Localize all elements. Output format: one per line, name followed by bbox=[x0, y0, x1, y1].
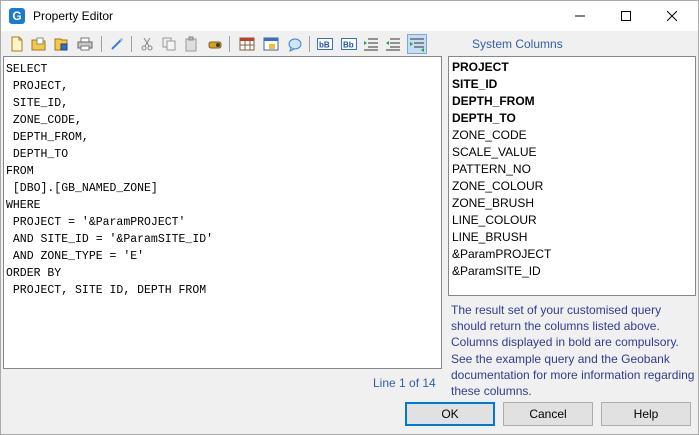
table-icon bbox=[263, 37, 279, 51]
chat-icon bbox=[288, 38, 302, 52]
column-list-item[interactable]: &ParamSITE_ID bbox=[449, 263, 695, 280]
code-line: SELECT bbox=[6, 63, 48, 76]
bb2-button[interactable]: Bb bbox=[339, 34, 359, 54]
code-line: ZONE_CODE, bbox=[6, 114, 82, 127]
svg-text:Bb: Bb bbox=[343, 41, 354, 50]
sql-editor[interactable]: SELECT PROJECT, SITE_ID, ZONE_CODE, DEPT… bbox=[3, 56, 442, 369]
column-list-item[interactable]: DEPTH_TO bbox=[449, 110, 695, 127]
ok-button[interactable]: OK bbox=[405, 402, 495, 426]
code-line: [DBO].[GB_NAMED_ZONE] bbox=[6, 182, 158, 195]
print-icon bbox=[77, 37, 93, 51]
table-button[interactable] bbox=[261, 34, 281, 54]
code-line: WHERE bbox=[6, 199, 41, 212]
code-line: SITE_ID, bbox=[6, 97, 69, 110]
copy-icon bbox=[162, 37, 176, 51]
cut-button[interactable] bbox=[137, 34, 157, 54]
grid-button[interactable] bbox=[237, 34, 257, 54]
column-list-item[interactable]: PATTERN_NO bbox=[449, 161, 695, 178]
toolbar-separator bbox=[131, 36, 132, 52]
code-line: DEPTH_FROM, bbox=[6, 131, 89, 144]
code-line: AND SITE_ID = '&ParamSITE_ID' bbox=[6, 233, 214, 246]
column-list-item[interactable]: PROJECT bbox=[449, 59, 695, 76]
minimize-button[interactable] bbox=[557, 1, 603, 31]
new-icon bbox=[11, 36, 23, 52]
column-list-item[interactable]: ZONE_BRUSH bbox=[449, 195, 695, 212]
maximize-button[interactable] bbox=[603, 1, 649, 31]
code-line: PROJECT, bbox=[6, 80, 69, 93]
code-line: PROJECT = '&ParamPROJECT' bbox=[6, 216, 186, 229]
close-button[interactable] bbox=[649, 1, 695, 31]
minimize-icon bbox=[575, 15, 585, 17]
svg-text:bB: bB bbox=[319, 41, 330, 50]
copy-button[interactable] bbox=[159, 34, 179, 54]
toolbar-separator bbox=[229, 36, 230, 52]
outdent-icon bbox=[386, 38, 400, 51]
column-list-item[interactable]: ZONE_COLOUR bbox=[449, 178, 695, 195]
code-line: FROM bbox=[6, 165, 34, 178]
toolbar-separator bbox=[309, 36, 310, 52]
system-columns-list[interactable]: PROJECT SITE_ID DEPTH_FROM DEPTH_TO ZONE_COD… bbox=[448, 56, 696, 296]
title-bar: G Property Editor bbox=[1, 1, 698, 31]
cancel-button[interactable]: Cancel bbox=[503, 402, 593, 426]
property-editor-window: G Property Editor bB Bb System Columns S… bbox=[0, 0, 699, 435]
cut-icon bbox=[141, 37, 153, 51]
grid-icon bbox=[239, 37, 255, 51]
find-icon bbox=[208, 41, 222, 49]
save-icon bbox=[54, 38, 68, 51]
indent-button[interactable] bbox=[361, 34, 381, 54]
code-line: ORDER BY bbox=[6, 267, 62, 280]
list-icon bbox=[410, 38, 424, 52]
save-button[interactable] bbox=[51, 34, 71, 54]
window-title: Property Editor bbox=[33, 9, 114, 23]
help-button[interactable]: Help bbox=[601, 402, 691, 426]
system-columns-label: System Columns bbox=[472, 37, 563, 51]
toolbar-separator bbox=[101, 36, 102, 52]
print-button[interactable] bbox=[75, 34, 95, 54]
app-logo-icon: G bbox=[9, 8, 25, 24]
column-list-item[interactable]: SCALE_VALUE bbox=[449, 144, 695, 161]
column-list-item[interactable]: &ParamPROJECT bbox=[449, 246, 695, 263]
code-line: DEPTH_TO bbox=[6, 148, 69, 161]
paste-button[interactable] bbox=[181, 34, 201, 54]
bb-icon: bB bbox=[317, 38, 333, 50]
column-list-item[interactable]: DEPTH_FROM bbox=[449, 93, 695, 110]
code-line: AND ZONE_TYPE = 'E' bbox=[6, 250, 145, 263]
column-list-item[interactable]: LINE_COLOUR bbox=[449, 212, 695, 229]
column-list-item[interactable]: LINE_BRUSH bbox=[449, 229, 695, 246]
toolbar: bB Bb bbox=[1, 31, 698, 57]
info-text: The result set of your customised query … bbox=[451, 303, 695, 399]
new-button[interactable] bbox=[7, 34, 27, 54]
open-icon bbox=[31, 37, 46, 51]
open-button[interactable] bbox=[29, 34, 49, 54]
find-button[interactable] bbox=[205, 34, 225, 54]
code-line: PROJECT, SITE ID, DEPTH FROM bbox=[6, 284, 207, 297]
chat-button[interactable] bbox=[285, 34, 305, 54]
close-icon bbox=[667, 11, 677, 21]
column-list-item[interactable]: ZONE_CODE bbox=[449, 127, 695, 144]
paste-icon bbox=[185, 36, 197, 52]
maximize-icon bbox=[621, 11, 631, 21]
line-position-status: Line 1 of 14 bbox=[373, 376, 436, 390]
bb-button[interactable]: bB bbox=[315, 34, 335, 54]
wand-icon bbox=[111, 38, 123, 50]
outdent-button[interactable] bbox=[383, 34, 403, 54]
wand-button[interactable] bbox=[107, 34, 127, 54]
list-button[interactable] bbox=[407, 34, 427, 54]
column-list-item[interactable]: SITE_ID bbox=[449, 76, 695, 93]
bb2-icon: Bb bbox=[341, 38, 357, 50]
indent-icon bbox=[364, 38, 378, 51]
